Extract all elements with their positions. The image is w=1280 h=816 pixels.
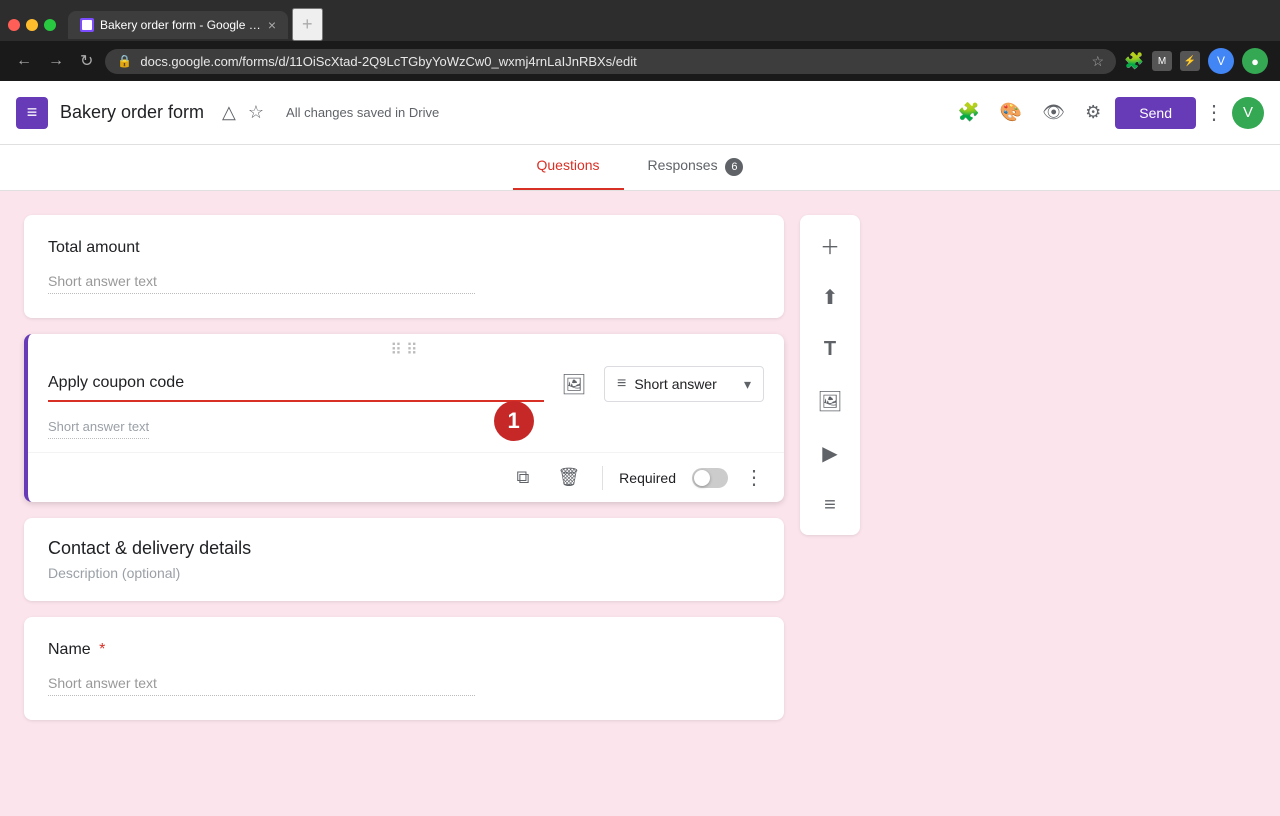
form-column: Total amount Short answer text ⠿⠿ 🖼 ≡ Sh…: [24, 215, 784, 792]
saved-status: All changes saved in Drive: [286, 105, 951, 120]
section-icon: ≡: [824, 494, 836, 517]
main-wrapper: Total amount Short answer text ⠿⠿ 🖼 ≡ Sh…: [24, 215, 860, 792]
name-question-title: Name *: [48, 641, 760, 659]
total-amount-title: Total amount: [48, 239, 760, 257]
import-questions-button[interactable]: ⬆: [808, 275, 852, 319]
add-title-button[interactable]: T: [808, 327, 852, 371]
required-label: Required: [619, 470, 676, 486]
image-button[interactable]: 🖼: [556, 366, 592, 402]
video-icon: ▶: [822, 441, 837, 466]
send-button[interactable]: Send: [1115, 97, 1196, 129]
address-bar: ← → ↻ 🔒 docs.google.com/forms/d/11OiScXt…: [0, 41, 1280, 81]
total-amount-answer: Short answer text: [48, 269, 475, 294]
form-tabs: Questions Responses 6: [0, 145, 1280, 191]
tab-questions[interactable]: Questions: [513, 145, 624, 190]
user-avatar[interactable]: V: [1232, 97, 1264, 129]
new-tab-button[interactable]: +: [292, 8, 323, 41]
answer-preview: Short answer text: [48, 415, 149, 439]
required-asterisk: *: [99, 641, 105, 658]
maximize-button[interactable]: [44, 19, 56, 31]
bookmark-icon[interactable]: ☆: [1092, 53, 1105, 70]
add-image-button[interactable]: 🖼: [808, 379, 852, 423]
add-question-button[interactable]: ＋: [808, 223, 852, 267]
more-options-button[interactable]: ⋮: [744, 465, 764, 490]
preview-icon[interactable]: 👁: [1036, 96, 1071, 129]
section-title: Contact & delivery details: [48, 538, 760, 559]
question-row: 🖼 ≡ Short answer ▾: [48, 366, 764, 402]
tab-responses[interactable]: Responses 6: [624, 145, 768, 190]
browser-chrome: Bakery order form - Google Fo... × + ← →…: [0, 0, 1280, 81]
numbered-badge: 1: [494, 401, 534, 441]
close-button[interactable]: [8, 19, 20, 31]
tab-close-icon[interactable]: ×: [268, 17, 276, 33]
type-select[interactable]: ≡ Short answer ▾: [604, 366, 764, 402]
ext-icon[interactable]: ⚡: [1180, 51, 1200, 71]
tab-favicon: [80, 18, 94, 32]
toggle-thumb: [694, 470, 710, 486]
app-toolbar: ≡ Bakery order form △ ☆ All changes save…: [0, 81, 1280, 145]
toolbar-right: 🧩 🎨 👁 ⚙ Send ⋮ V: [951, 96, 1264, 129]
browser-toolbar-icons: 🧩 M ⚡ V ●: [1124, 48, 1268, 74]
window-controls: [8, 19, 56, 31]
drive-icon[interactable]: △: [216, 96, 242, 129]
active-tab[interactable]: Bakery order form - Google Fo... ×: [68, 11, 288, 39]
duplicate-button[interactable]: ⧉: [510, 461, 535, 494]
card-footer: ⧉ 🗑 Required ⋮: [28, 452, 784, 502]
main-content: Total amount Short answer text ⠿⠿ 🖼 ≡ Sh…: [0, 191, 1280, 816]
chevron-down-icon: ▾: [744, 376, 751, 393]
type-select-icon: ≡: [617, 375, 626, 393]
responses-badge: 6: [725, 158, 743, 176]
text-icon: T: [824, 338, 836, 361]
app-icon: ≡: [16, 97, 48, 129]
add-section-button[interactable]: ≡: [808, 483, 852, 527]
section-description: Description (optional): [48, 565, 760, 581]
tab-bar: Bakery order form - Google Fo... × +: [0, 0, 1280, 41]
question-input[interactable]: [48, 366, 544, 402]
back-button[interactable]: ←: [12, 48, 36, 74]
name-question-card: Name * Short answer text: [24, 617, 784, 720]
addon-icon[interactable]: 🧩: [951, 96, 985, 129]
total-amount-card: Total amount Short answer text: [24, 215, 784, 318]
sync-icon[interactable]: ●: [1242, 48, 1268, 74]
settings-icon[interactable]: ⚙: [1079, 96, 1107, 129]
tab-title: Bakery order form - Google Fo...: [100, 18, 262, 32]
url-text: docs.google.com/forms/d/11OiScXtad-2Q9Lc…: [140, 54, 1083, 69]
right-sidebar: ＋ ⬆ T 🖼 ▶ ≡: [800, 215, 860, 535]
required-toggle[interactable]: [692, 468, 728, 488]
add-video-button[interactable]: ▶: [808, 431, 852, 475]
import-icon: ⬆: [822, 285, 839, 310]
app-title: Bakery order form: [60, 102, 204, 123]
question-body: 🖼 ≡ Short answer ▾ Short answer text 1: [28, 366, 784, 452]
lock-icon: 🔒: [117, 54, 132, 68]
more-icon[interactable]: ⋮: [1204, 100, 1224, 125]
star-icon[interactable]: ☆: [242, 96, 270, 129]
delete-button[interactable]: 🗑: [551, 461, 586, 494]
palette-icon[interactable]: 🎨: [994, 96, 1028, 129]
gmail-icon[interactable]: M: [1152, 51, 1172, 71]
name-answer: Short answer text: [48, 671, 475, 696]
reload-button[interactable]: ↻: [76, 47, 97, 75]
plus-icon: ＋: [820, 231, 840, 260]
section-card: Contact & delivery details Description (…: [24, 518, 784, 601]
question-input-wrap: [48, 366, 544, 402]
image-icon: 🖼: [817, 389, 842, 414]
type-select-label: Short answer: [634, 376, 716, 392]
minimize-button[interactable]: [26, 19, 38, 31]
divider: [602, 466, 603, 490]
forward-button[interactable]: →: [44, 48, 68, 74]
drag-handle: ⠿⠿: [28, 334, 784, 366]
active-question-card: ⠿⠿ 🖼 ≡ Short answer ▾ Sh: [24, 334, 784, 502]
forms-icon: ≡: [27, 102, 38, 123]
extensions-icon[interactable]: 🧩: [1124, 51, 1144, 71]
address-field[interactable]: 🔒 docs.google.com/forms/d/11OiScXtad-2Q9…: [105, 49, 1116, 74]
profile-icon[interactable]: V: [1208, 48, 1234, 74]
